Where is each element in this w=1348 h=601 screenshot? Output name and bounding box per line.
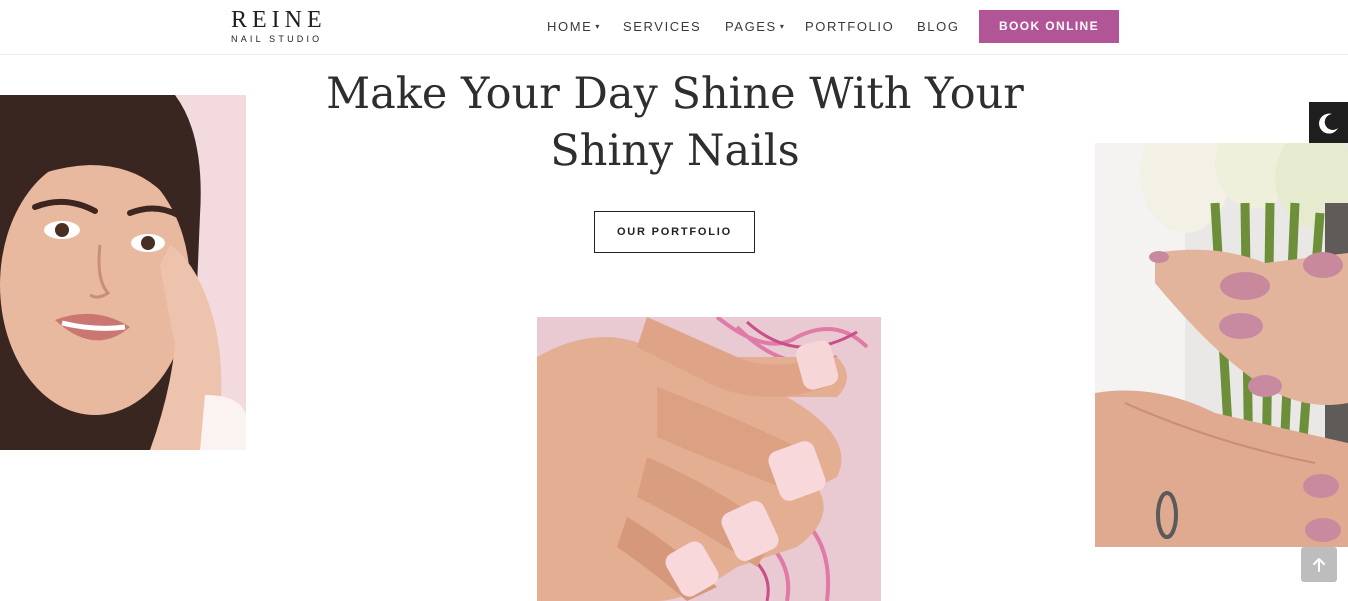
nav-item-label: HOME xyxy=(547,19,593,34)
nav-item-home[interactable]: HOME ▾ xyxy=(547,19,601,35)
hero-title-line2: Shiny Nails xyxy=(550,126,800,176)
book-online-button[interactable]: BOOK ONLINE xyxy=(979,10,1119,43)
nav-item-label: BLOG xyxy=(917,19,960,34)
nav-item-label: SERVICES xyxy=(623,19,702,34)
nav-item-blog[interactable]: BLOG xyxy=(917,19,960,35)
logo-tagline: NAIL STUDIO xyxy=(231,34,323,44)
moon-icon xyxy=(1318,113,1338,134)
dark-mode-toggle[interactable] xyxy=(1309,102,1348,143)
nav-item-portfolio[interactable]: PORTFOLIO xyxy=(805,19,894,35)
arrow-up-icon xyxy=(1313,557,1325,572)
hero-title: Make Your Day Shine With Your Shiny Nail… xyxy=(300,66,1050,180)
hero-title-line1: Make Your Day Shine With Your xyxy=(326,69,1024,119)
caret-down-icon: ▾ xyxy=(779,22,786,31)
hands-holding-calla-lilies-photo xyxy=(1095,143,1348,547)
woman-portrait-photo xyxy=(0,95,246,450)
nav-item-label: PORTFOLIO xyxy=(805,19,895,34)
site-header: REINE NAIL STUDIO HOME ▾ SERVICES PAGES ▾ … xyxy=(0,0,1348,55)
caret-down-icon: ▾ xyxy=(595,22,602,31)
our-portfolio-button[interactable]: OUR PORTFOLIO xyxy=(594,211,755,253)
nav-item-pages[interactable]: PAGES ▾ xyxy=(725,19,785,35)
site-logo[interactable]: REINE NAIL STUDIO xyxy=(231,8,341,44)
manicured-hand-pink-yarn-photo xyxy=(537,317,881,601)
logo-name: REINE xyxy=(231,7,327,33)
nav-item-services[interactable]: SERVICES xyxy=(623,19,701,35)
scroll-to-top-button[interactable] xyxy=(1301,547,1337,582)
nav-item-label: PAGES xyxy=(725,19,777,34)
